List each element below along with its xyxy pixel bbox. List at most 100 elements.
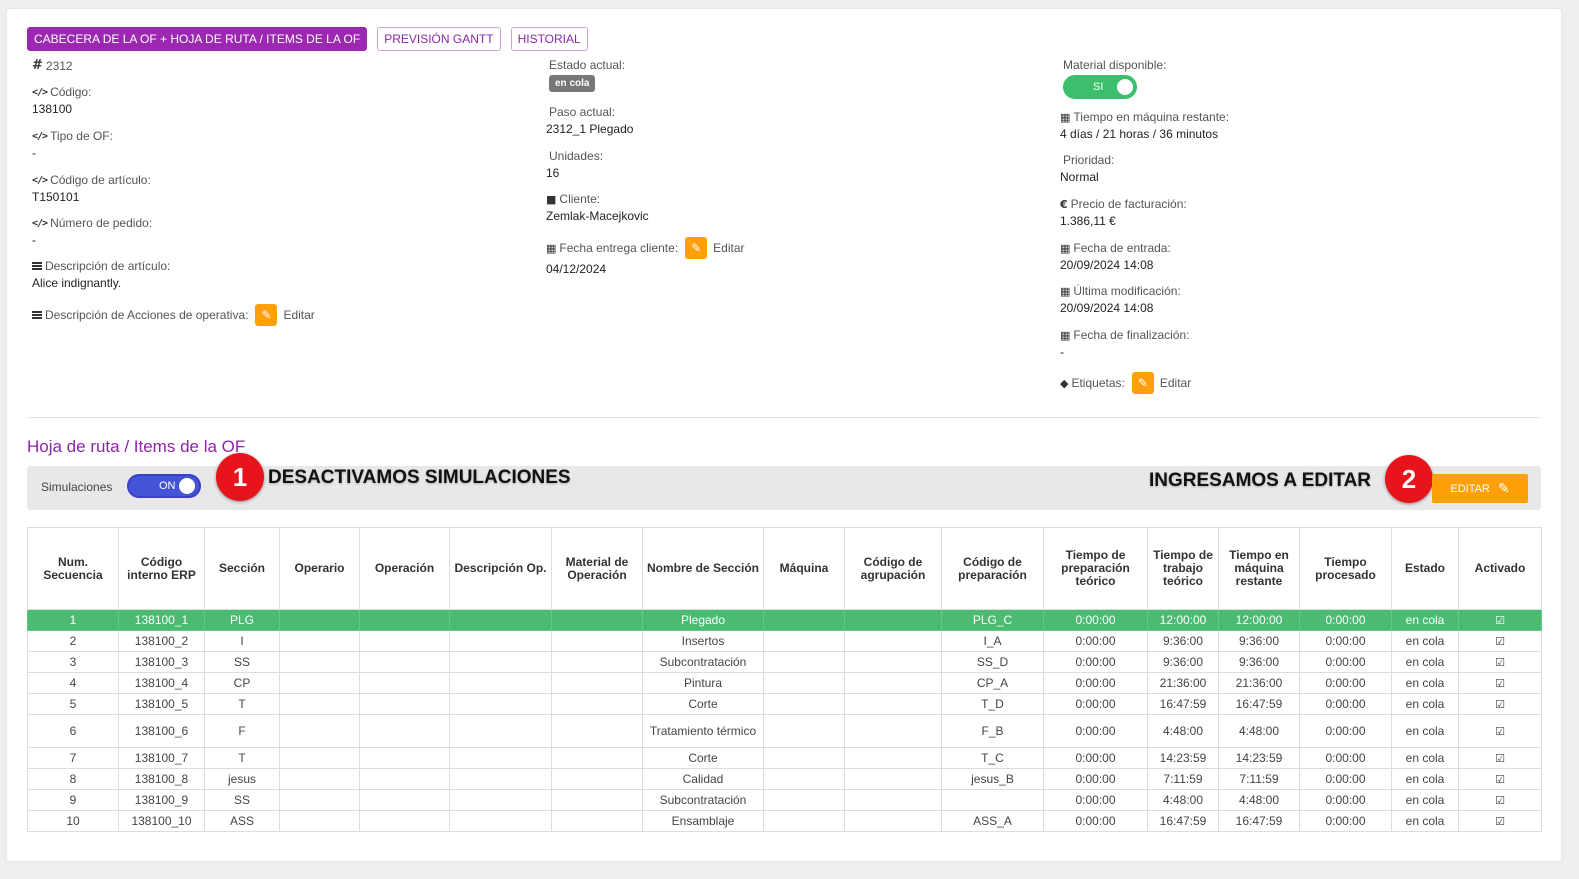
column-header-processed-time[interactable]: Tiempo procesado xyxy=(1299,527,1392,610)
cell-prep-code: F_B xyxy=(941,714,1044,748)
cell-operator xyxy=(279,693,360,715)
section-divider xyxy=(27,417,1541,418)
cell-prep-time: 0:00:00 xyxy=(1043,672,1148,694)
column-header-material[interactable]: Material de Operación xyxy=(551,527,643,610)
cell-processed-time: 0:00:00 xyxy=(1299,693,1392,715)
cell-processed-time: 0:00:00 xyxy=(1299,747,1392,769)
edit-etiquetas-button[interactable]: ✎ Editar xyxy=(1131,372,1191,394)
table-row[interactable]: 1 138100_1 PLG Plegado PLG_C 0:00:00 12:00:00 1… xyxy=(27,609,1542,631)
status-badge: en cola xyxy=(549,75,596,92)
column-header-operator[interactable]: Operario xyxy=(279,527,360,610)
material-disponible-toggle[interactable]: SI xyxy=(1063,75,1137,99)
annotation-1: DESACTIVAMOS SIMULACIONES xyxy=(268,467,571,488)
cell-operation xyxy=(359,672,450,694)
column-header-machine-time[interactable]: Tiempo en máquina restante xyxy=(1218,527,1300,610)
edit-route-button[interactable]: EDITAR ✎ xyxy=(1432,474,1528,503)
cell-activated[interactable]: ☑ xyxy=(1458,747,1542,769)
cell-group-code xyxy=(844,747,942,769)
column-header-work-time[interactable]: Tiempo de trabajo teórico xyxy=(1147,527,1219,610)
tab-prevision-gantt[interactable]: PREVISIÓN GANTT xyxy=(377,27,501,51)
cell-operator xyxy=(279,714,360,748)
cell-erp-code: 138100_4 xyxy=(118,672,205,694)
column-header-seq[interactable]: Num. Secuencia xyxy=(27,527,119,610)
check-square-icon: ☑ xyxy=(1495,724,1505,738)
cell-section: CP xyxy=(204,672,280,694)
cell-operator xyxy=(279,810,360,832)
header-row: Num. Secuencia Código interno ERP Sección O… xyxy=(27,527,1542,610)
cell-activated[interactable]: ☑ xyxy=(1458,693,1542,715)
cell-machine xyxy=(763,630,845,652)
check-square-icon: ☑ xyxy=(1495,676,1505,690)
column-header-group-code[interactable]: Código de agrupación xyxy=(844,527,942,610)
cell-activated[interactable]: ☑ xyxy=(1458,609,1542,631)
codigo-articulo-value: T150101 xyxy=(32,190,80,204)
cell-prep-code: I_A xyxy=(941,630,1044,652)
column-header-status[interactable]: Estado xyxy=(1391,527,1459,610)
cell-erp-code: 138100_5 xyxy=(118,693,205,715)
cell-operation xyxy=(359,609,450,631)
table-row[interactable]: 3 138100_3 SS Subcontratación SS_D 0:00:00 9:3… xyxy=(27,651,1542,673)
cell-section-name: Plegado xyxy=(642,609,764,631)
edit-fecha-entrega-button[interactable]: ✎ Editar xyxy=(685,237,745,259)
table-row[interactable]: 2 138100_2 I Insertos I_A 0:00:00 9:36:00 9:36:… xyxy=(27,630,1542,652)
tab-cabecera[interactable]: CABECERA DE LA OF + HOJA DE RUTA / ITEMS… xyxy=(27,27,368,51)
table-row[interactable]: 10 138100_10 ASS Ensamblaje ASS_A 0:00:00 16:4… xyxy=(27,810,1542,832)
cell-seq: 9 xyxy=(27,789,119,811)
column-header-machine[interactable]: Máquina xyxy=(763,527,845,610)
tiempo-maquina-value: 4 días / 21 horas / 36 minutos xyxy=(1060,127,1219,141)
table-row[interactable]: 4 138100_4 CP Pintura CP_A 0:00:00 21:36:00 21:… xyxy=(27,672,1542,694)
column-header-erp-code[interactable]: Código interno ERP xyxy=(118,527,205,610)
cell-operator xyxy=(279,672,360,694)
pencil-icon: ✎ xyxy=(255,304,278,326)
cell-activated[interactable]: ☑ xyxy=(1458,810,1542,832)
cell-prep-code: T_D xyxy=(941,693,1044,715)
cell-activated[interactable]: ☑ xyxy=(1458,768,1542,790)
cell-seq: 10 xyxy=(27,810,119,832)
prioridad-field: Prioridad: Normal xyxy=(1060,153,1114,184)
simulations-toggle[interactable]: ON xyxy=(127,474,201,498)
table-row[interactable]: 8 138100_8 jesus Calidad jesus_B 0:00:00 7:11:… xyxy=(27,768,1542,790)
cell-op-description xyxy=(449,747,552,769)
cell-section-name: Subcontratación xyxy=(642,789,764,811)
unidades-field: Unidades: 16 xyxy=(546,149,603,180)
column-header-section[interactable]: Sección xyxy=(204,527,280,610)
cell-work-time: 16:47:59 xyxy=(1147,810,1219,832)
column-header-operation[interactable]: Operación xyxy=(359,527,450,610)
table-row[interactable]: 5 138100_5 T Corte T_D 0:00:00 16:47:59 16:47:5… xyxy=(27,693,1542,715)
codigo-value: 138100 xyxy=(32,102,73,116)
column-header-prep-code[interactable]: Código de preparación xyxy=(941,527,1044,610)
cell-prep-time: 0:00:00 xyxy=(1043,810,1148,832)
tab-historial[interactable]: HISTORIAL xyxy=(510,27,588,51)
cell-material xyxy=(551,768,643,790)
table-row[interactable]: 6 138100_6 F Tratamiento térmico F_B 0:00:00 4… xyxy=(27,714,1542,748)
cell-machine xyxy=(763,810,845,832)
column-header-section-name[interactable]: Nombre de Sección xyxy=(642,527,764,610)
fecha-finalizacion-label: Fecha de finalización: xyxy=(1073,328,1190,342)
column-header-activated[interactable]: Activado xyxy=(1458,527,1542,610)
check-square-icon: ☑ xyxy=(1495,814,1505,828)
cell-activated[interactable]: ☑ xyxy=(1458,651,1542,673)
cell-machine-time: 21:36:00 xyxy=(1218,672,1300,694)
cell-erp-code: 138100_6 xyxy=(118,714,205,748)
cell-activated[interactable]: ☑ xyxy=(1458,789,1542,811)
cell-machine xyxy=(763,609,845,631)
cell-work-time: 4:48:00 xyxy=(1147,789,1219,811)
cliente-label: Cliente: xyxy=(559,192,601,206)
cell-activated[interactable]: ☑ xyxy=(1458,714,1542,748)
cell-prep-code: SS_D xyxy=(941,651,1044,673)
table-row[interactable]: 9 138100_9 SS Subcontratación 0:00:00 4:48:00… xyxy=(27,789,1542,811)
cell-section-name: Subcontratación xyxy=(642,651,764,673)
cell-operator xyxy=(279,768,360,790)
table-row[interactable]: 7 138100_7 T Corte T_C 0:00:00 14:23:59 14:23:5… xyxy=(27,747,1542,769)
edit-acciones-button[interactable]: ✎ Editar xyxy=(255,304,315,326)
cell-op-description xyxy=(449,651,552,673)
euro-icon: € xyxy=(1060,197,1068,211)
cell-op-description xyxy=(449,810,552,832)
cell-machine-time: 12:00:00 xyxy=(1218,609,1300,631)
column-header-op-description[interactable]: Descripción Op. xyxy=(449,527,552,610)
material-disponible-label: Material disponible: xyxy=(1063,58,1167,72)
cell-activated[interactable]: ☑ xyxy=(1458,672,1542,694)
column-header-prep-time[interactable]: Tiempo de preparación teórico xyxy=(1043,527,1148,610)
cell-section-name: Insertos xyxy=(642,630,764,652)
cell-activated[interactable]: ☑ xyxy=(1458,630,1542,652)
